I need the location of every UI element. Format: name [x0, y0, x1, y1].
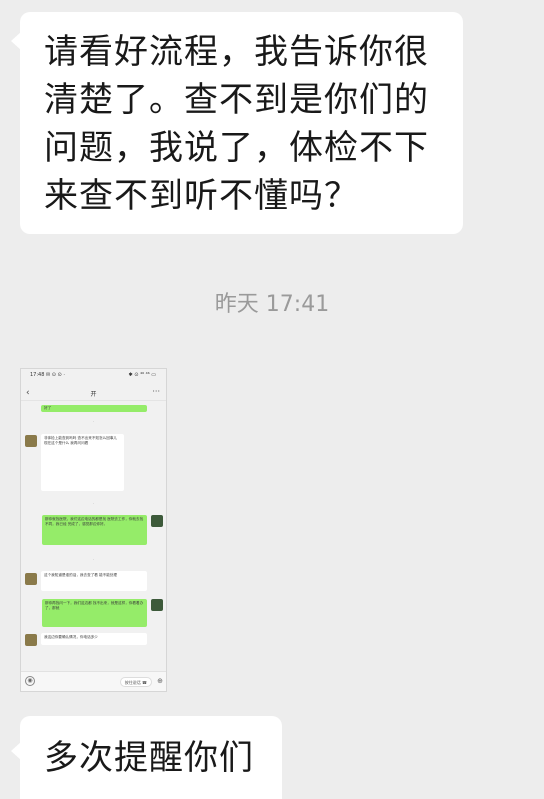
- screenshot-avatar: [25, 435, 37, 447]
- message-line: 问题，我说了，体检不下: [44, 128, 429, 168]
- screenshot-avatar: [25, 634, 37, 646]
- screenshot-status-right: ✱ ⊙ ⁴⁶ ⁴⁶ ▭: [128, 372, 156, 378]
- screenshot-bubble-text: 那你再找问一下，我们这边都 找不出来，就是这样，你看着办 了，那就: [45, 601, 144, 611]
- bubble-tail: [11, 32, 21, 50]
- message-line: 清楚了。查不到是你们的: [44, 80, 429, 120]
- voice-icon: ◉: [25, 676, 35, 686]
- screenshot-bubble-sent: 好了: [41, 405, 147, 412]
- screenshot-contact-name: 开: [90, 391, 97, 398]
- screenshot-bubble-text: 那你就找医院，我们这边电话的都是找 医院去工作，你就去找不同，我已经 完成了，感…: [45, 517, 144, 527]
- screenshot-bubble-received: 我这边你要确认情况，你电话多少: [41, 633, 147, 645]
- screenshot-status-bar: 17:48 ✉ ⊙ ⊙ · ✱ ⊙ ⁴⁶ ⁴⁶ ▭: [21, 372, 166, 382]
- screenshot-bubble-text: 这个我知道是谁的话，我去查了看 能不能处理: [44, 573, 118, 577]
- plus-icon: ⊕: [157, 677, 163, 685]
- message-line: 来查不到听不懂吗？: [44, 176, 359, 216]
- more-icon: ···: [152, 387, 160, 396]
- screenshot-bubble-sent: 那你再找问一下，我们这边都 找不出来，就是这样，你看着办 了，那就: [42, 599, 147, 627]
- screenshot-time: ·: [92, 419, 95, 424]
- screenshot-nav-bar: ‹ 开 ···: [21, 387, 166, 401]
- screenshot-input-chip: 按住说话 ☎: [119, 677, 152, 687]
- screenshot-bubble-received: 非体检上能查到吗吗 查不出来不知怎么回事儿 现在这个是什么 我再问问看: [41, 434, 124, 491]
- timestamp-divider: 昨天 17:41: [214, 292, 330, 317]
- screenshot-bubble-text: 我这边你要确认情况，你电话多少: [44, 635, 98, 639]
- screenshot-bubble-text: 好了: [44, 406, 52, 410]
- screenshot-input-bar: ◉ 按住说话 ☎ ⊕: [21, 671, 166, 691]
- message-line: 请看好流程，我告诉你很: [44, 32, 429, 72]
- message-line: 多次提醒你们: [44, 738, 254, 778]
- screenshot-bubble-received: 这个我知道是谁的话，我去查了看 能不能处理: [41, 571, 147, 591]
- message-bubble-received[interactable]: 请看好流程，我告诉你很 清楚了。查不到是你们的 问题，我说了，体检不下 来查不到…: [11, 12, 463, 234]
- message-bubble-received[interactable]: 多次提醒你们: [11, 716, 282, 799]
- screenshot-bubble-sent: 那你就找医院，我们这边电话的都是找 医院去工作，你就去找不同，我已经 完成了，感…: [42, 515, 147, 545]
- screenshot-bubble-text: 非体检上能查到吗吗 查不出来不知怎么回事儿 现在这个是什么 我再问问看: [44, 436, 118, 446]
- screenshot-avatar: [25, 573, 37, 585]
- screenshot-time: ·: [92, 501, 95, 506]
- screenshot-time: ·: [92, 557, 95, 562]
- screenshot-avatar: [151, 599, 163, 611]
- screenshot-avatar: [151, 515, 163, 527]
- bubble-tail: [11, 742, 21, 760]
- image-message-screenshot[interactable]: 17:48 ✉ ⊙ ⊙ · ✱ ⊙ ⁴⁶ ⁴⁶ ▭ ‹ 开 ··· 好了 · 非…: [20, 368, 167, 692]
- chat-history[interactable]: 请看好流程，我告诉你很 清楚了。查不到是你们的 问题，我说了，体检不下 来查不到…: [0, 0, 544, 799]
- screenshot-status-left: 17:48 ✉ ⊙ ⊙ ·: [30, 372, 65, 378]
